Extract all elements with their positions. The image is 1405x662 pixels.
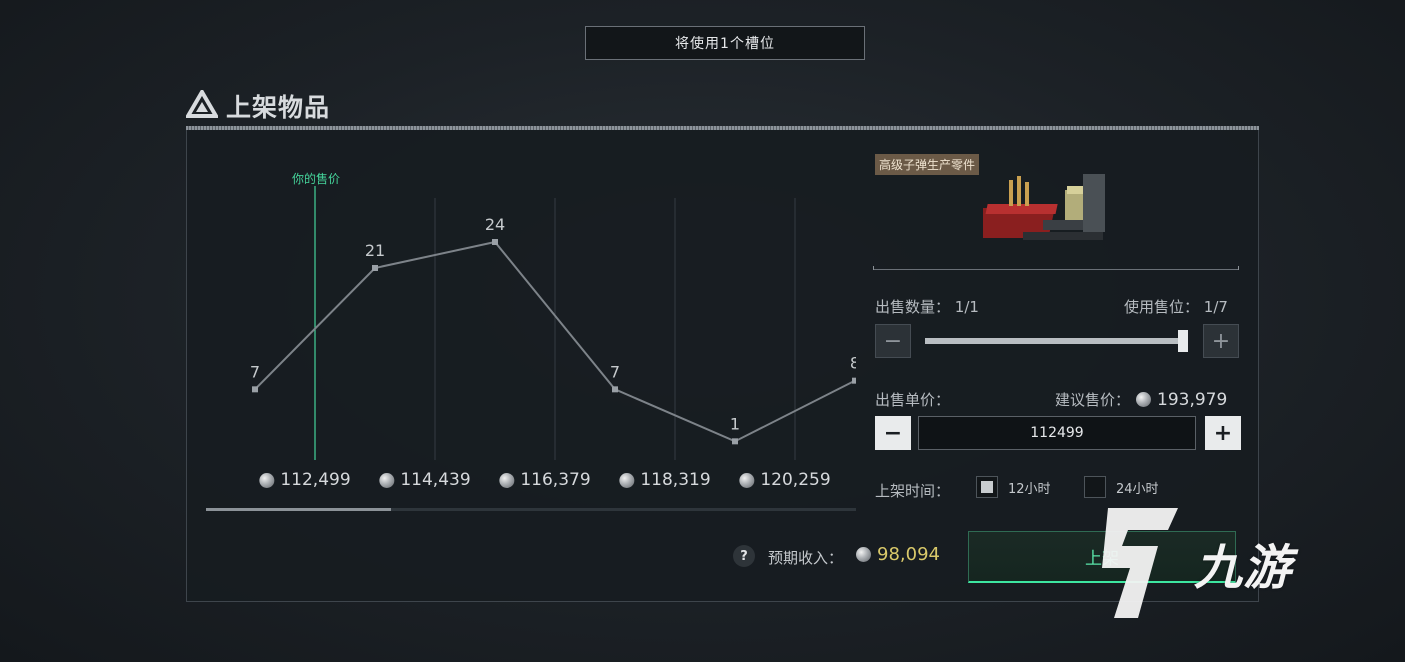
x-tick-label: 116,379 (499, 470, 591, 490)
suggested-price: 建议售价： 193,979 (1055, 389, 1227, 410)
quantity-decrease-button[interactable]: − (875, 324, 911, 358)
data-point (732, 438, 738, 445)
data-point (252, 386, 258, 393)
watermark-text: 九游 (1194, 540, 1293, 596)
suggested-price-label: 建议售价： (1055, 391, 1131, 409)
duration-option-12h[interactable]: 12小时 (976, 476, 1051, 498)
price-increase-button[interactable]: + (1205, 416, 1241, 450)
data-point (492, 239, 498, 245)
x-tick-text: 118,319 (640, 470, 711, 490)
unit-price-input[interactable] (918, 416, 1196, 450)
chart-canvas: 7 21 24 7 1 8 (250, 186, 856, 460)
quantity-slider-handle[interactable] (1178, 330, 1188, 352)
price-decrease-button[interactable]: − (875, 416, 911, 450)
chart-scrollbar-thumb[interactable] (206, 508, 391, 511)
minus-icon: − (883, 420, 903, 446)
watermark: 九游 (1088, 498, 1292, 628)
chart-scrollbar[interactable] (206, 508, 856, 511)
data-label: 1 (730, 414, 740, 433)
panel-header: 上架物品 (184, 86, 331, 126)
x-tick-text: 116,379 (520, 470, 591, 490)
expected-income-label: 预期收入： (768, 549, 844, 567)
data-point (612, 386, 618, 393)
plus-icon: + (1213, 420, 1233, 446)
data-point (372, 265, 378, 271)
slot-usage-text: 将使用1个槽位 (675, 36, 775, 52)
coin-icon (259, 472, 275, 488)
x-tick-text: 112,499 (280, 470, 351, 490)
data-label: 8 (850, 354, 856, 373)
x-tick-label: 118,319 (619, 470, 711, 490)
plus-icon: + (1211, 328, 1231, 354)
quantity-slider-fill (925, 338, 1188, 344)
data-label: 21 (365, 241, 385, 260)
coin-icon (739, 472, 755, 488)
jiuyou-logo-icon (1102, 508, 1178, 618)
item-name: 高级子弹生产零件 (875, 154, 980, 175)
slot-usage-label: 使用售位： 1/7 (1124, 298, 1228, 316)
duration-24h-label: 24小时 (1116, 481, 1159, 497)
ammo-parts-item-icon (983, 174, 1105, 240)
slot-usage-banner: 将使用1个槽位 (585, 26, 865, 60)
data-label: 24 (485, 215, 505, 234)
x-tick-label: 120,259 (739, 470, 831, 490)
coin-icon (856, 547, 871, 562)
quantity-increase-button[interactable]: + (1203, 324, 1239, 358)
x-tick-label: 114,439 (379, 470, 471, 490)
quantity-slider[interactable] (925, 330, 1188, 352)
listing-duration-label: 上架时间： (875, 482, 951, 500)
your-price-marker-label: 你的售价 (292, 172, 341, 186)
data-point (852, 377, 856, 384)
coin-icon (1136, 392, 1152, 407)
data-label: 7 (610, 362, 620, 381)
duration-option-24h[interactable]: 24小时 (1084, 476, 1159, 498)
coin-icon (379, 472, 395, 488)
checkbox-checked-mark (981, 481, 993, 493)
suggested-price-value: 193,979 (1157, 389, 1228, 410)
coin-icon (499, 472, 515, 488)
item-card: 高级子弹生产零件 (873, 150, 1239, 270)
minus-icon: − (883, 328, 903, 354)
x-tick-text: 120,259 (760, 470, 831, 490)
triangle-logo-icon (184, 88, 220, 122)
duration-12h-label: 12小时 (1008, 481, 1051, 497)
expected-income: 98,094 (856, 544, 940, 565)
expected-income-value: 98,094 (877, 544, 940, 565)
sell-quantity-value: 1/1 (954, 298, 979, 316)
x-tick-text: 114,439 (400, 470, 471, 490)
x-tick-label: 112,499 (259, 470, 351, 490)
price-distribution-chart: 7 21 24 7 1 8 你的售价 112,499 114,439 116,379 118,3… (206, 160, 856, 520)
coin-icon (619, 472, 635, 488)
slot-usage-value: 1/7 (1203, 298, 1228, 316)
duration-12h-checkbox[interactable] (976, 476, 998, 498)
help-icon[interactable]: ? (733, 545, 755, 567)
unit-price-label: 出售单价： (875, 391, 951, 409)
item-card-divider (873, 266, 1239, 270)
duration-24h-checkbox[interactable] (1084, 476, 1106, 498)
sell-quantity-label: 出售数量： 1/1 (875, 298, 979, 316)
panel-title: 上架物品 (226, 93, 331, 122)
data-label: 7 (250, 362, 260, 381)
